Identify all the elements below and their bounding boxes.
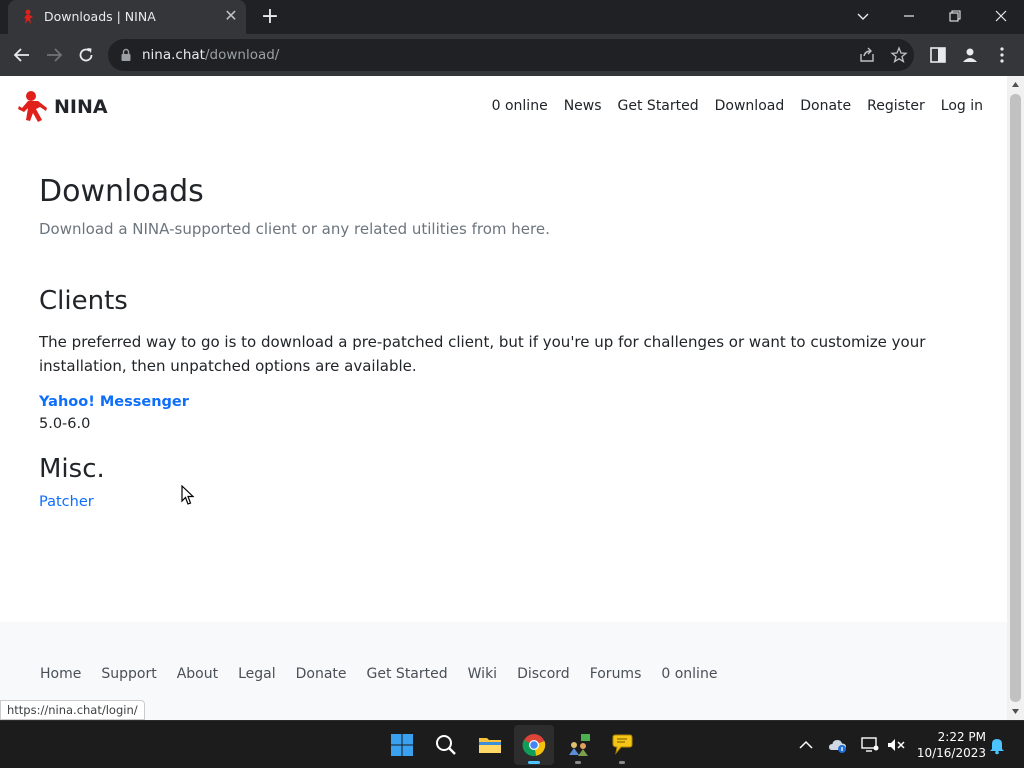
footer-donate[interactable]: Donate	[296, 666, 347, 682]
network-monitor-icon[interactable]	[860, 735, 880, 755]
footer-wiki[interactable]: Wiki	[468, 666, 497, 682]
page-lead: Download a NINA-supported client or any …	[39, 220, 550, 238]
address-bar[interactable]: nina.chat/download/	[108, 39, 914, 71]
bookmark-star-icon[interactable]	[890, 46, 908, 64]
messenger-app-button[interactable]	[558, 725, 598, 765]
windows-taskbar: 2:22 PM 10/16/2023	[0, 720, 1024, 768]
nav-register[interactable]: Register	[867, 98, 925, 114]
back-button[interactable]	[8, 41, 36, 69]
url-text: nina.chat/download/	[142, 47, 280, 63]
active-app-indicator	[528, 761, 540, 764]
speech-bubble-icon	[612, 734, 633, 755]
lock-icon[interactable]	[120, 48, 132, 62]
restore-button[interactable]	[932, 0, 978, 34]
running-app-indicator-2	[619, 761, 625, 764]
side-panel-icon[interactable]	[928, 45, 948, 65]
footer-home[interactable]: Home	[40, 666, 81, 682]
footer-get-started[interactable]: Get Started	[367, 666, 448, 682]
file-explorer-button[interactable]	[470, 725, 510, 765]
scrollbar-thumb[interactable]	[1010, 94, 1021, 702]
chrome-icon	[522, 734, 546, 757]
footer-online-count[interactable]: 0 online	[661, 666, 717, 682]
nav-get-started[interactable]: Get Started	[618, 98, 699, 114]
new-tab-button[interactable]: +	[258, 5, 282, 29]
footer-links: Home Support About Legal Donate Get Star…	[40, 666, 717, 682]
footer-about[interactable]: About	[177, 666, 218, 682]
windows-logo-icon	[391, 734, 413, 756]
site-navbar: NINA 0 online News Get Started Download …	[0, 76, 1007, 140]
client-version: 5.0-6.0	[39, 416, 91, 432]
page-title: Downloads	[39, 174, 204, 209]
scroll-down-arrow-icon[interactable]	[1011, 707, 1020, 716]
nav-login[interactable]: Log in	[941, 98, 983, 114]
nina-favicon-icon	[24, 9, 33, 24]
footer-forums[interactable]: Forums	[590, 666, 642, 682]
footer-discord[interactable]: Discord	[517, 666, 570, 682]
browser-toolbar: nina.chat/download/	[0, 34, 1024, 76]
nav-links: 0 online News Get Started Download Donat…	[492, 98, 983, 114]
tab-title: Downloads | NINA	[44, 9, 156, 24]
forward-button[interactable]	[40, 41, 68, 69]
clients-description: The preferred way to go is to download a…	[39, 333, 926, 375]
tab-search-icon[interactable]	[840, 0, 886, 34]
footer-support[interactable]: Support	[101, 666, 156, 682]
main-content: Downloads Download a NINA-supported clie…	[39, 172, 969, 510]
menu-dots-icon[interactable]	[992, 45, 1012, 65]
onedrive-cloud-icon[interactable]	[828, 735, 848, 755]
brand-name: NINA	[54, 96, 108, 118]
browser-titlebar: Downloads | NINA ✕ +	[0, 0, 1024, 34]
scroll-up-arrow-icon[interactable]	[1011, 80, 1020, 89]
chat-app-button[interactable]	[602, 725, 642, 765]
close-window-button[interactable]	[978, 0, 1024, 34]
web-page: NINA 0 online News Get Started Download …	[0, 76, 1007, 720]
mouse-cursor-icon	[181, 485, 195, 505]
link-status-bar: https://nina.chat/login/	[0, 700, 145, 720]
minimize-button[interactable]	[886, 0, 932, 34]
browser-tab[interactable]: Downloads | NINA ✕	[8, 0, 246, 34]
reload-button[interactable]	[72, 41, 100, 69]
chrome-taskbar-button[interactable]	[514, 725, 554, 765]
site-footer: Home Support About Legal Donate Get Star…	[0, 622, 1007, 720]
patcher-link[interactable]: Patcher	[39, 494, 969, 510]
search-icon	[436, 735, 456, 755]
running-app-indicator	[575, 761, 581, 764]
yahoo-messenger-link[interactable]: Yahoo! Messenger	[39, 394, 969, 410]
chevron-up-icon[interactable]	[796, 735, 816, 755]
nav-online-count[interactable]: 0 online	[492, 98, 548, 114]
clients-heading: Clients	[39, 286, 128, 316]
page-scrollbar[interactable]	[1007, 76, 1024, 720]
search-button[interactable]	[426, 725, 466, 765]
tab-close-icon[interactable]: ✕	[222, 7, 240, 25]
volume-muted-icon[interactable]	[886, 735, 906, 755]
nav-news[interactable]: News	[564, 98, 602, 114]
nav-donate[interactable]: Donate	[800, 98, 851, 114]
start-button[interactable]	[382, 725, 422, 765]
nav-download[interactable]: Download	[715, 98, 785, 114]
network-people-icon	[569, 734, 590, 756]
clock-date: 10/16/2023	[916, 746, 986, 760]
clock-time: 2:22 PM	[937, 730, 986, 744]
notification-bell-icon[interactable]	[987, 735, 1007, 755]
misc-heading: Misc.	[39, 454, 105, 484]
taskbar-clock[interactable]: 2:22 PM 10/16/2023	[916, 729, 986, 761]
nina-logo-icon	[18, 91, 47, 122]
folder-icon	[479, 738, 501, 753]
footer-legal[interactable]: Legal	[238, 666, 276, 682]
profile-icon[interactable]	[960, 45, 980, 65]
share-icon[interactable]	[858, 46, 876, 64]
